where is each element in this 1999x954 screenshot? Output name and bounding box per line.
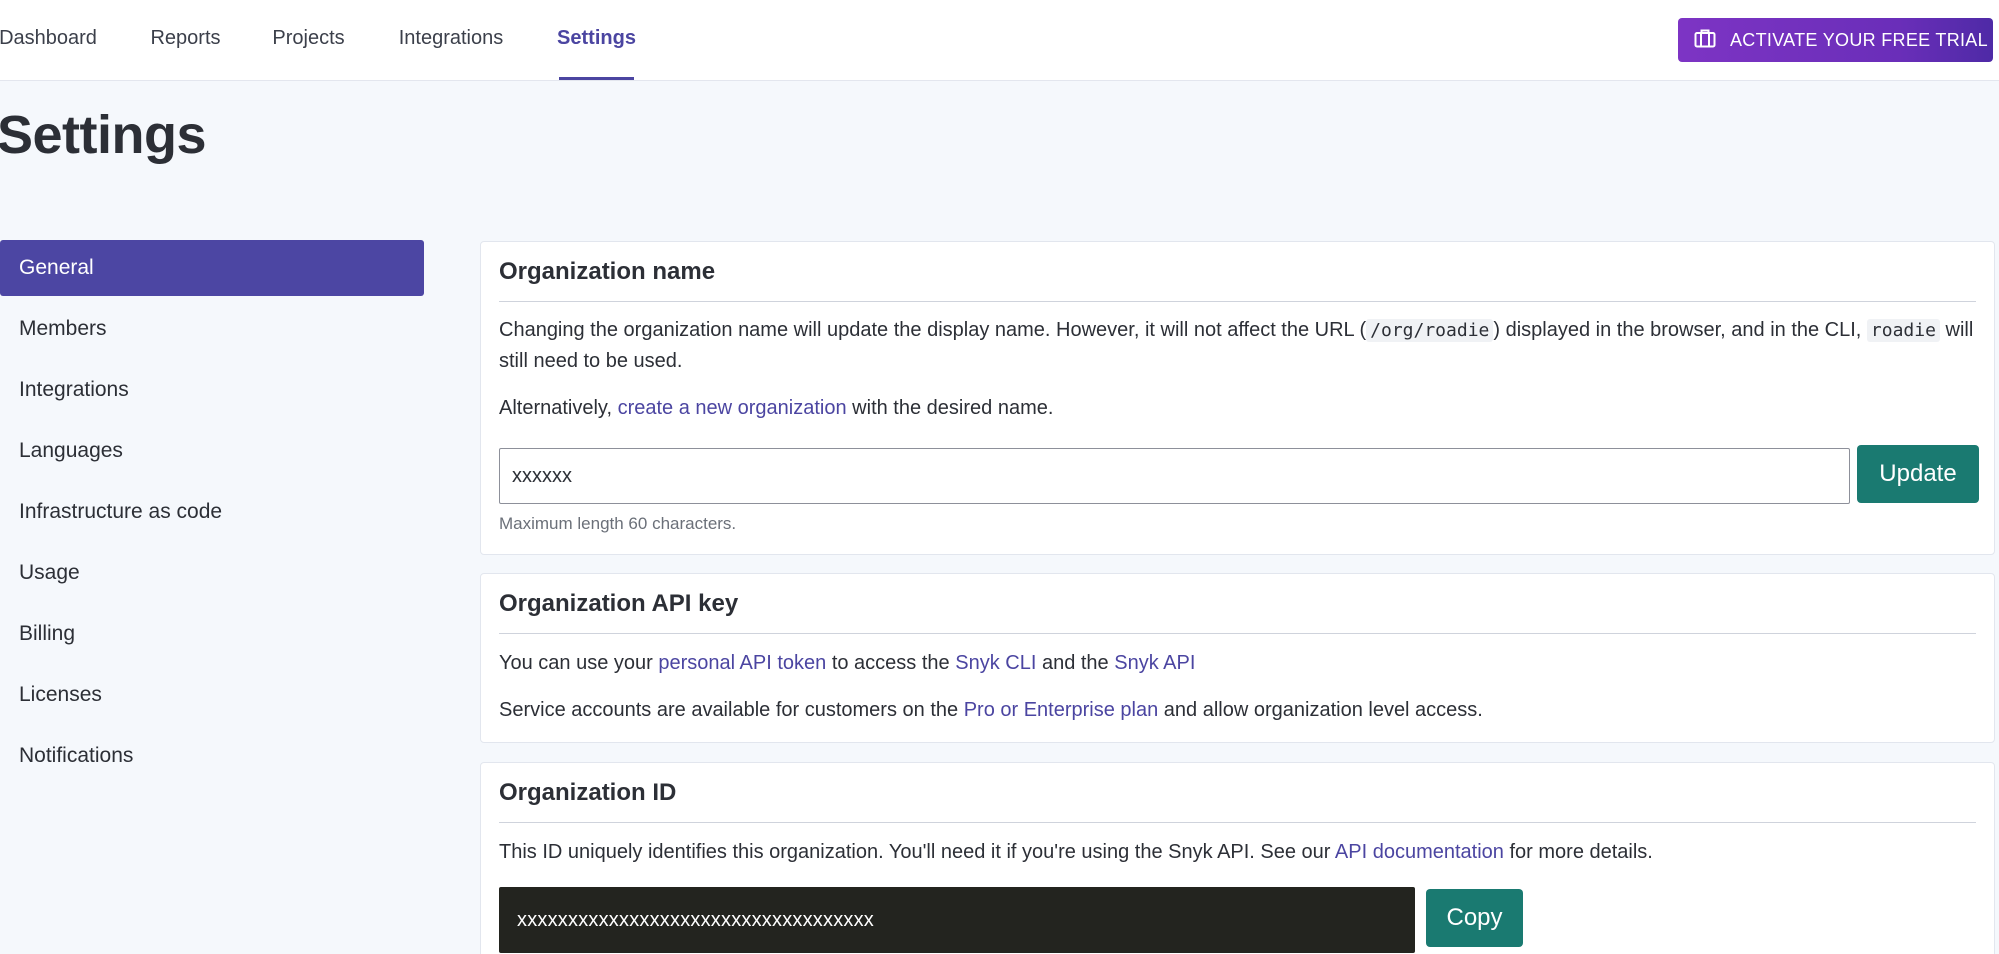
- api-line2-prefix: Service accounts are available for custo…: [499, 699, 964, 721]
- top-nav: Dashboard Reports Projects Integrations …: [0, 0, 1999, 81]
- pro-enterprise-plan-link[interactable]: Pro or Enterprise plan: [964, 699, 1159, 721]
- snyk-cli-link[interactable]: Snyk CLI: [955, 652, 1036, 674]
- tab-projects[interactable]: Projects: [274, 0, 343, 80]
- sidebar-item-integrations[interactable]: Integrations: [0, 362, 424, 418]
- org-name-panel: Organization name Changing the organizat…: [480, 241, 1995, 555]
- org-id-desc-suffix: for more details.: [1504, 841, 1653, 863]
- api-line1-prefix: You can use your: [499, 652, 658, 674]
- org-id-value: xxxxxxxxxxxxxxxxxxxxxxxxxxxxxxxxxxx: [499, 887, 1415, 953]
- org-name-desc-text-2: ) displayed in the browser, and in the C…: [1493, 319, 1867, 341]
- settings-sidebar: General Members Integrations Languages I…: [0, 240, 424, 789]
- update-button[interactable]: Update: [1857, 445, 1979, 503]
- org-url-code: /org/roadie: [1366, 319, 1493, 342]
- sidebar-item-general[interactable]: General: [0, 240, 424, 296]
- create-new-org-link[interactable]: create a new organization: [618, 397, 847, 419]
- api-line1-mid: to access the: [826, 652, 955, 674]
- page-title: Settings: [0, 104, 206, 166]
- org-name-input[interactable]: [499, 448, 1850, 504]
- org-name-alternative: Alternatively, create a new organization…: [499, 393, 1976, 424]
- copy-button[interactable]: Copy: [1426, 889, 1523, 947]
- org-slug-code: roadie: [1867, 319, 1940, 342]
- api-key-panel: Organization API key You can use your pe…: [480, 573, 1995, 743]
- tab-dashboard[interactable]: Dashboard: [0, 0, 96, 80]
- alt-suffix: with the desired name.: [847, 397, 1054, 419]
- personal-api-token-link[interactable]: personal API token: [658, 652, 826, 674]
- org-name-help-text: Maximum length 60 characters.: [499, 514, 736, 534]
- api-key-heading: Organization API key: [499, 574, 1976, 634]
- sidebar-item-languages[interactable]: Languages: [0, 423, 424, 479]
- org-id-desc-prefix: This ID uniquely identifies this organiz…: [499, 841, 1335, 863]
- org-id-panel: Organization ID This ID uniquely identif…: [480, 762, 1995, 954]
- tab-integrations[interactable]: Integrations: [398, 0, 504, 80]
- org-id-description: This ID uniquely identifies this organiz…: [499, 837, 1976, 868]
- sidebar-item-usage[interactable]: Usage: [0, 545, 424, 601]
- tab-settings[interactable]: Settings: [559, 0, 634, 80]
- sidebar-item-licenses[interactable]: Licenses: [0, 667, 424, 723]
- api-key-line-1: You can use your personal API token to a…: [499, 648, 1976, 679]
- tab-reports[interactable]: Reports: [151, 0, 220, 80]
- sidebar-item-billing[interactable]: Billing: [0, 606, 424, 662]
- sidebar-item-notifications[interactable]: Notifications: [0, 728, 424, 784]
- activate-trial-button[interactable]: ACTIVATE YOUR FREE TRIAL: [1678, 18, 1993, 62]
- alt-prefix: Alternatively,: [499, 397, 618, 419]
- org-name-desc-text: Changing the organization name will upda…: [499, 319, 1366, 341]
- org-name-heading: Organization name: [499, 242, 1976, 302]
- org-name-description: Changing the organization name will upda…: [499, 315, 1976, 377]
- api-key-line-2: Service accounts are available for custo…: [499, 695, 1976, 726]
- api-documentation-link[interactable]: API documentation: [1335, 841, 1504, 863]
- briefcase-icon: [1694, 28, 1716, 53]
- sidebar-item-members[interactable]: Members: [0, 301, 424, 357]
- org-id-heading: Organization ID: [499, 763, 1976, 823]
- api-line2-suffix: and allow organization level access.: [1158, 699, 1483, 721]
- snyk-api-link[interactable]: Snyk API: [1114, 652, 1195, 674]
- api-line1-mid2: and the: [1036, 652, 1114, 674]
- sidebar-item-infrastructure-as-code[interactable]: Infrastructure as code: [0, 484, 424, 540]
- activate-trial-label: ACTIVATE YOUR FREE TRIAL: [1730, 30, 1988, 51]
